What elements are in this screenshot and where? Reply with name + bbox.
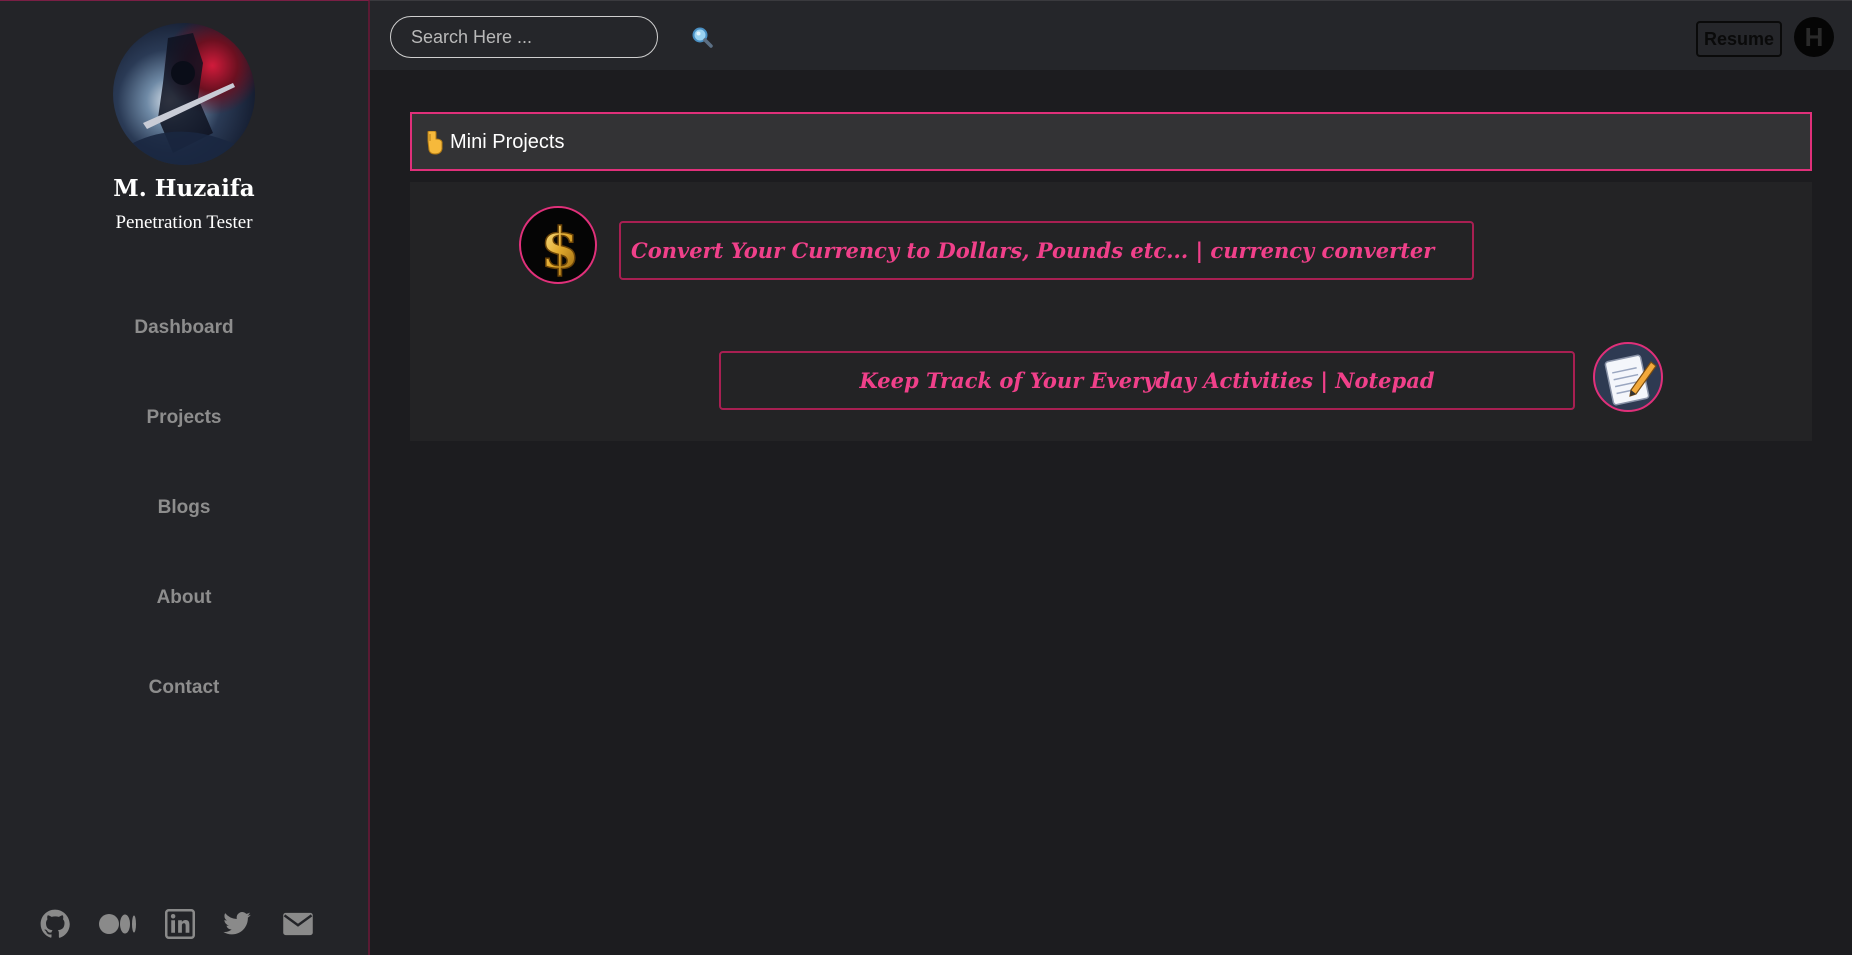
envelope-icon[interactable]	[282, 909, 314, 939]
nav-blogs[interactable]: Blogs	[0, 497, 368, 519]
project-link-currency-converter[interactable]: Convert Your Currency to Dollars, Pounds…	[619, 221, 1474, 280]
resume-button[interactable]: Resume	[1696, 21, 1782, 57]
projects-panel: $ Convert Your Currency to Dollars, Poun…	[410, 182, 1812, 441]
nav-dashboard[interactable]: Dashboard	[0, 317, 368, 339]
nav-contact[interactable]: Contact	[0, 677, 368, 699]
top-bar: Resume H	[370, 0, 1852, 70]
nav-projects[interactable]: Projects	[0, 407, 368, 429]
github-icon[interactable]	[40, 909, 70, 939]
search-icon[interactable]	[690, 25, 714, 49]
dollar-icon[interactable]: $	[519, 206, 597, 284]
search-input[interactable]	[390, 16, 658, 58]
profile-role: Penetration Tester	[115, 212, 253, 233]
sidebar: M. Huzaifa Penetration Tester Dashboard …	[0, 0, 370, 955]
site-logo[interactable]: H	[1794, 17, 1834, 57]
svg-text:$: $	[541, 216, 580, 282]
nav-about[interactable]: About	[0, 587, 368, 609]
medium-icon[interactable]	[98, 909, 138, 939]
section-header: Mini Projects	[410, 112, 1812, 171]
profile-name: M. Huzaifa	[113, 175, 255, 202]
linkedin-icon[interactable]	[165, 909, 195, 939]
twitter-icon[interactable]	[222, 909, 252, 939]
project-link-notepad[interactable]: Keep Track of Your Everyday Activities |…	[719, 351, 1575, 410]
pointing-hand-icon	[427, 131, 443, 155]
notepad-icon[interactable]	[1593, 342, 1663, 412]
section-title: Mini Projects	[450, 131, 565, 153]
avatar	[113, 23, 255, 165]
